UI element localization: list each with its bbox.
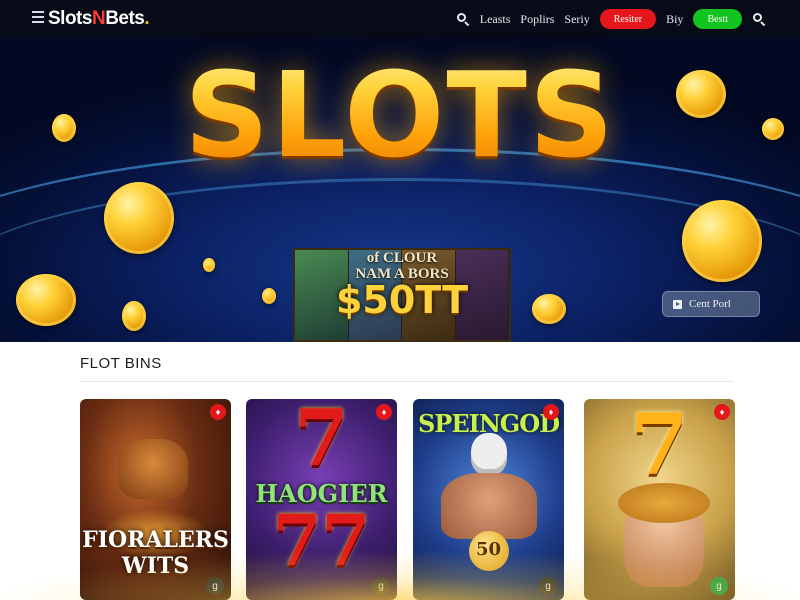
- section-divider: [80, 381, 734, 382]
- coin-decoration: [682, 200, 762, 282]
- game-card[interactable]: FIORALERS WITS ♦ g: [80, 399, 231, 600]
- search-icon[interactable]: [456, 12, 470, 27]
- site-logo[interactable]: SlotsNBets.: [48, 8, 150, 30]
- menu-icon[interactable]: [32, 11, 44, 25]
- coin-decoration: [16, 274, 76, 326]
- hot-badge-icon: ♦: [210, 404, 226, 420]
- logo-text-n: N: [91, 8, 106, 29]
- nav-link-latest[interactable]: Leasts: [480, 12, 511, 27]
- play-badge-icon[interactable]: g: [539, 577, 557, 595]
- logo-text-end: Bets: [105, 8, 145, 29]
- logo-dot: .: [144, 8, 150, 29]
- logo-text-main: Slots: [48, 8, 92, 29]
- game-card[interactable]: 7 ♦ g: [584, 399, 735, 600]
- game-title-line-1: FIORALERS: [82, 527, 229, 553]
- play-badge-icon[interactable]: g: [206, 577, 224, 595]
- coin-decoration: [262, 288, 276, 304]
- skull-illustration: [471, 433, 507, 475]
- promo-amount: $50TT: [335, 278, 469, 322]
- search-icon-secondary[interactable]: [752, 12, 766, 27]
- hero-cta-button[interactable]: Cent Porl: [662, 291, 760, 317]
- coin-decoration: [532, 294, 566, 324]
- hair-illustration: [618, 483, 710, 523]
- top-navbar: SlotsNBets. Leasts Poplirs Seriy Resiter…: [0, 0, 800, 38]
- play-icon: [673, 299, 682, 309]
- hero-banner: SLOTS of CLOUR NAM A BORS $50TT Cent Por…: [0, 38, 800, 342]
- login-button[interactable]: Bestt: [693, 9, 742, 29]
- register-button[interactable]: Resiter: [599, 9, 657, 29]
- lucky-seven: 7: [630, 399, 689, 494]
- coin-decoration: [676, 70, 726, 118]
- lucky-seven-top: 7: [294, 399, 349, 484]
- game-card[interactable]: SPEINGOD 50 ♦ g: [413, 399, 564, 600]
- play-badge-icon[interactable]: g: [710, 577, 728, 595]
- hot-badge-icon: ♦: [543, 404, 559, 420]
- hot-badge-icon: ♦: [714, 404, 730, 420]
- nav-link-popular[interactable]: Poplirs: [520, 12, 554, 27]
- hero-cta-label: Cent Porl: [689, 298, 731, 310]
- nav-right: Leasts Poplirs Seriy Resiter Biy Bestt: [456, 0, 766, 38]
- promo-line-1: of CLOUR: [366, 250, 438, 266]
- coin-decoration: [122, 301, 146, 331]
- game-title-line-2: WITS: [121, 553, 190, 579]
- hero-title: SLOTS: [0, 46, 800, 184]
- coin-decoration: [762, 118, 784, 140]
- muscle-figure: [441, 473, 537, 539]
- section-title: FLOT BINS: [80, 355, 162, 372]
- nav-link-buy[interactable]: Biy: [666, 12, 683, 27]
- lucky-seven-bottom: 77: [272, 499, 371, 582]
- game-card[interactable]: 7 HAOGIER 77 ♦ g: [246, 399, 397, 600]
- game-title: FIORALERS WITS: [80, 527, 231, 579]
- coin-decoration: [52, 114, 76, 142]
- coin-decoration: [104, 182, 174, 254]
- play-badge-icon[interactable]: g: [372, 577, 390, 595]
- hot-badge-icon: ♦: [376, 404, 392, 420]
- nav-link-seriy[interactable]: Seriy: [564, 12, 589, 27]
- coin-decoration: [203, 258, 215, 272]
- creature-illustration: [118, 439, 188, 499]
- game-value: 50: [475, 539, 502, 560]
